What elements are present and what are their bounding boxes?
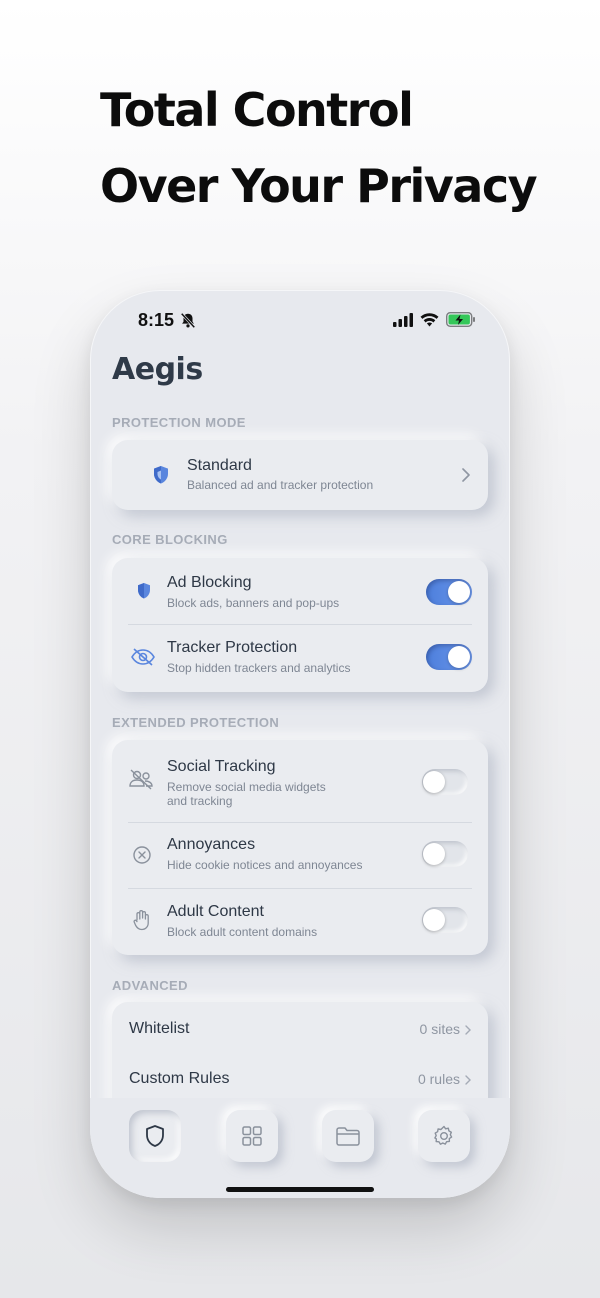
chevron-right-icon [462, 468, 470, 482]
ad-blocking-toggle[interactable] [426, 579, 472, 605]
x-circle-icon [133, 846, 151, 864]
annoyances-toggle[interactable] [422, 841, 468, 867]
hand-icon [133, 910, 149, 931]
protection-mode-title: Standard [187, 457, 252, 474]
list-item-adult-content[interactable]: Adult Content Block adult content domain… [112, 889, 488, 955]
ad-blocking-subtitle: Block ads, banners and pop-ups [167, 596, 340, 610]
gear-icon [434, 1125, 453, 1145]
social-tracking-subtitle-line-2: and tracking [167, 794, 233, 808]
shield-icon [154, 466, 168, 484]
status-time: 8:15 [138, 310, 175, 330]
ad-blocking-title: Ad Blocking [167, 574, 252, 591]
annoyances-title: Annoyances [167, 836, 256, 853]
section-label-extended-protection: EXTENDED PROTECTION [112, 715, 280, 730]
app-title: Aegis [112, 352, 203, 387]
people-slash-icon [129, 769, 153, 790]
toggle-knob [423, 909, 445, 931]
toggle-knob [423, 771, 445, 793]
bell-slash-icon [180, 312, 196, 329]
section-label-core-blocking: CORE BLOCKING [112, 532, 228, 547]
phone-frame: 8:15 Aegis PROTECTION MODE Standard Bala… [90, 290, 510, 1198]
toggle-knob [448, 581, 470, 603]
section-label-advanced: ADVANCED [112, 978, 188, 993]
status-bar: 8:15 [90, 290, 510, 350]
tracker-protection-title: Tracker Protection [167, 639, 298, 656]
tracker-protection-toggle[interactable] [426, 644, 472, 670]
headline: Total Control Over Your Privacy [100, 72, 538, 224]
whitelist-value: 0 sites [419, 1021, 460, 1037]
core-blocking-card: Ad Blocking Block ads, banners and pop-u… [112, 558, 488, 692]
tab-protection[interactable] [129, 1110, 181, 1162]
list-item-annoyances[interactable]: Annoyances Hide cookie notices and annoy… [112, 823, 488, 889]
list-item-social-tracking[interactable]: Social Tracking Remove social media widg… [112, 740, 488, 822]
protection-mode-card[interactable]: Standard Balanced ad and tracker protect… [112, 440, 488, 510]
tab-settings[interactable] [418, 1110, 470, 1162]
whitelist-title: Whitelist [129, 1020, 190, 1037]
list-item-ad-blocking[interactable]: Ad Blocking Block ads, banners and pop-u… [112, 558, 488, 624]
tab-bar [90, 1098, 510, 1198]
folder-icon [336, 1127, 360, 1146]
shield-outline-icon [146, 1125, 164, 1147]
custom-rules-value: 0 rules [417, 1071, 460, 1087]
battery-charging-icon [446, 312, 475, 327]
list-item-custom-rules[interactable]: Custom Rules 0 rules [112, 1052, 488, 1104]
adult-content-toggle[interactable] [422, 907, 468, 933]
adult-content-title: Adult Content [167, 903, 264, 920]
protection-mode-subtitle: Balanced ad and tracker protection [187, 478, 374, 492]
toggle-knob [448, 646, 470, 668]
headline-line-2: Over Your Privacy [100, 159, 538, 213]
shield-icon [138, 583, 150, 599]
section-label-protection-mode: PROTECTION MODE [112, 415, 246, 430]
headline-line-1: Total Control [100, 83, 414, 137]
annoyances-subtitle: Hide cookie notices and annoyances [167, 858, 363, 872]
custom-rules-title: Custom Rules [129, 1070, 230, 1087]
tracker-protection-subtitle: Stop hidden trackers and analytics [167, 661, 351, 675]
social-tracking-toggle[interactable] [422, 769, 468, 795]
list-item-tracker-protection[interactable]: Tracker Protection Stop hidden trackers … [112, 625, 488, 691]
home-indicator[interactable] [226, 1187, 374, 1192]
eye-slash-icon [131, 648, 155, 666]
social-tracking-subtitle-line-1: Remove social media widgets [167, 780, 326, 794]
status-indicators [393, 312, 476, 327]
adult-content-subtitle: Block adult content domains [167, 925, 318, 939]
toggle-knob [423, 843, 445, 865]
signal-icon [393, 312, 413, 327]
social-tracking-title: Social Tracking [167, 758, 276, 775]
tab-dashboard[interactable] [226, 1110, 278, 1162]
list-item-whitelist[interactable]: Whitelist 0 sites [112, 1002, 488, 1054]
extended-protection-card: Social Tracking Remove social media widg… [112, 740, 488, 955]
wifi-icon [420, 312, 439, 326]
chevron-right-icon [465, 1025, 471, 1035]
chevron-right-icon [465, 1075, 471, 1085]
grid-icon [242, 1126, 262, 1146]
tab-files[interactable] [322, 1110, 374, 1162]
